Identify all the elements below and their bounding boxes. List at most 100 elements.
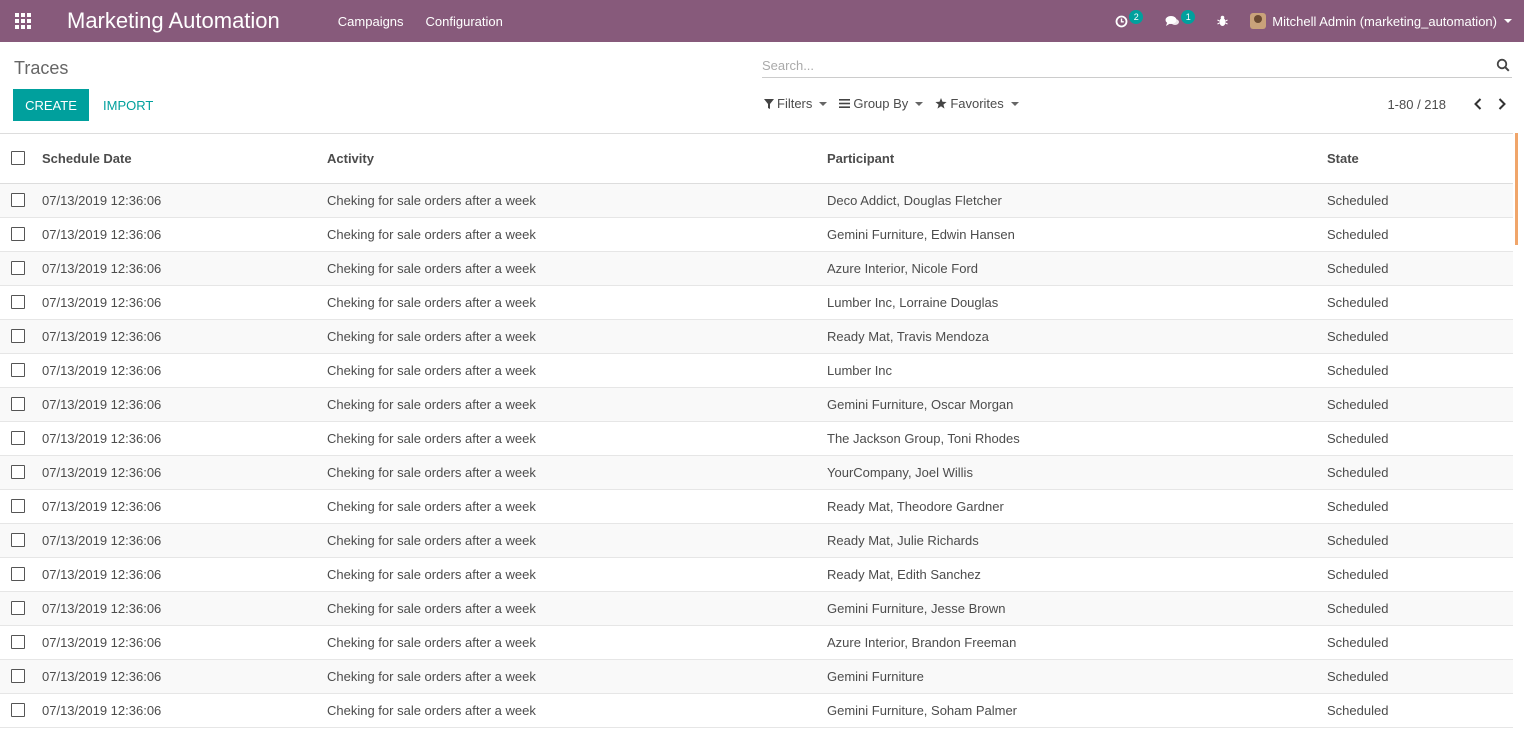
table-row[interactable]: 07/13/2019 12:36:06 Cheking for sale orde… <box>0 353 1513 388</box>
cell-schedule-date: 07/13/2019 12:36:06 <box>42 387 327 422</box>
cell-schedule-date: 07/13/2019 12:36:06 <box>42 625 327 660</box>
pager-value[interactable]: 1-80 / 218 <box>1387 97 1446 112</box>
row-checkbox[interactable] <box>11 261 25 275</box>
row-select-cell <box>0 421 42 456</box>
cell-state: Scheduled <box>1327 353 1513 388</box>
row-select-cell <box>0 353 42 388</box>
row-select-cell <box>0 217 42 252</box>
table-row[interactable]: 07/13/2019 12:36:06 Cheking for sale orde… <box>0 387 1513 422</box>
table-row[interactable]: 07/13/2019 12:36:06 Cheking for sale orde… <box>0 557 1513 592</box>
traces-list: Schedule Date Activity Participant State… <box>0 133 1513 728</box>
create-button[interactable]: CREATE <box>13 89 89 121</box>
favorites-star-icon <box>935 98 947 109</box>
row-select-cell <box>0 251 42 286</box>
activities-menu[interactable]: 2 <box>1115 10 1144 28</box>
select-all-cell <box>0 134 42 184</box>
row-checkbox[interactable] <box>11 295 25 309</box>
cell-schedule-date: 07/13/2019 12:36:06 <box>42 693 327 728</box>
row-checkbox[interactable] <box>11 431 25 445</box>
row-checkbox[interactable] <box>11 227 25 241</box>
search-input[interactable] <box>762 53 1482 77</box>
row-checkbox[interactable] <box>11 397 25 411</box>
filters-dropdown[interactable]: Filters <box>764 96 828 111</box>
row-checkbox[interactable] <box>11 193 25 207</box>
cell-state: Scheduled <box>1327 489 1513 524</box>
select-all-checkbox[interactable] <box>11 151 25 166</box>
cell-activity: Cheking for sale orders after a week <box>327 183 827 218</box>
row-select-cell <box>0 591 42 626</box>
table-row[interactable]: 07/13/2019 12:36:06 Cheking for sale orde… <box>0 659 1513 694</box>
table-row[interactable]: 07/13/2019 12:36:06 Cheking for sale orde… <box>0 217 1513 252</box>
table-header-row: Schedule Date Activity Participant State <box>0 134 1513 184</box>
cell-participant: Azure Interior, Brandon Freeman <box>827 625 1327 660</box>
row-checkbox[interactable] <box>11 635 25 649</box>
table-row[interactable]: 07/13/2019 12:36:06 Cheking for sale orde… <box>0 523 1513 558</box>
debug-menu[interactable] <box>1217 15 1229 27</box>
cell-activity: Cheking for sale orders after a week <box>327 319 827 354</box>
row-checkbox[interactable] <box>11 363 25 377</box>
table-row[interactable]: 07/13/2019 12:36:06 Cheking for sale orde… <box>0 251 1513 286</box>
table-row[interactable]: 07/13/2019 12:36:06 Cheking for sale orde… <box>0 591 1513 626</box>
pager-next-icon[interactable] <box>1494 96 1510 112</box>
group-by-icon <box>839 99 851 108</box>
row-checkbox[interactable] <box>11 669 25 683</box>
cell-activity: Cheking for sale orders after a week <box>327 217 827 252</box>
header-state[interactable]: State <box>1327 134 1513 184</box>
cell-schedule-date: 07/13/2019 12:36:06 <box>42 353 327 388</box>
row-checkbox[interactable] <box>11 465 25 479</box>
cell-state: Scheduled <box>1327 251 1513 286</box>
table-row[interactable]: 07/13/2019 12:36:06 Cheking for sale orde… <box>0 693 1513 728</box>
cell-activity: Cheking for sale orders after a week <box>327 557 827 592</box>
table-row[interactable]: 07/13/2019 12:36:06 Cheking for sale orde… <box>0 183 1513 218</box>
row-checkbox[interactable] <box>11 703 25 717</box>
row-select-cell <box>0 285 42 320</box>
app-title[interactable]: Marketing Automation <box>67 8 280 34</box>
table-row[interactable]: 07/13/2019 12:36:06 Cheking for sale orde… <box>0 285 1513 320</box>
table-row[interactable]: 07/13/2019 12:36:06 Cheking for sale orde… <box>0 455 1513 490</box>
table-row[interactable]: 07/13/2019 12:36:06 Cheking for sale orde… <box>0 319 1513 354</box>
favorites-dropdown[interactable]: Favorites <box>935 96 1019 111</box>
cell-state: Scheduled <box>1327 659 1513 694</box>
cell-state: Scheduled <box>1327 421 1513 456</box>
row-select-cell <box>0 693 42 728</box>
row-checkbox[interactable] <box>11 601 25 615</box>
group-by-dropdown[interactable]: Group By <box>839 96 924 111</box>
apps-menu-icon[interactable] <box>0 0 46 42</box>
search-bar <box>762 53 1512 78</box>
menu-configuration[interactable]: Configuration <box>426 14 503 29</box>
search-icon[interactable] <box>1496 58 1510 72</box>
row-select-cell <box>0 183 42 218</box>
import-button[interactable]: IMPORT <box>103 89 153 121</box>
row-checkbox[interactable] <box>11 329 25 343</box>
table-row[interactable]: 07/13/2019 12:36:06 Cheking for sale orde… <box>0 625 1513 660</box>
favorites-label: Favorites <box>950 96 1004 111</box>
row-checkbox[interactable] <box>11 499 25 513</box>
table-row[interactable]: 07/13/2019 12:36:06 Cheking for sale orde… <box>0 489 1513 524</box>
header-participant[interactable]: Participant <box>827 134 1327 184</box>
menu-campaigns[interactable]: Campaigns <box>338 14 404 29</box>
user-menu[interactable]: Mitchell Admin (marketing_automation) <box>1250 13 1512 29</box>
cell-state: Scheduled <box>1327 455 1513 490</box>
cell-activity: Cheking for sale orders after a week <box>327 693 827 728</box>
row-checkbox[interactable] <box>11 567 25 581</box>
group-by-caret-icon <box>915 101 924 106</box>
user-name: Mitchell Admin (marketing_automation) <box>1272 13 1497 29</box>
messages-icon <box>1165 15 1180 26</box>
header-activity[interactable]: Activity <box>327 134 827 184</box>
pager-prev-icon[interactable] <box>1470 96 1486 112</box>
row-checkbox[interactable] <box>11 533 25 547</box>
cell-schedule-date: 07/13/2019 12:36:06 <box>42 183 327 218</box>
breadcrumb: Traces <box>14 58 69 78</box>
cell-participant: Gemini Furniture, Edwin Hansen <box>827 217 1327 252</box>
messages-menu[interactable]: 1 <box>1165 10 1196 28</box>
cell-schedule-date: 07/13/2019 12:36:06 <box>42 557 327 592</box>
table-row[interactable]: 07/13/2019 12:36:06 Cheking for sale orde… <box>0 421 1513 456</box>
row-select-cell <box>0 387 42 422</box>
cell-activity: Cheking for sale orders after a week <box>327 251 827 286</box>
cell-state: Scheduled <box>1327 693 1513 728</box>
cell-schedule-date: 07/13/2019 12:36:06 <box>42 489 327 524</box>
scrollbar[interactable] <box>1515 133 1518 245</box>
row-select-cell <box>0 319 42 354</box>
pager: 1-80 / 218 <box>1387 96 1510 112</box>
header-schedule-date[interactable]: Schedule Date <box>42 134 327 184</box>
